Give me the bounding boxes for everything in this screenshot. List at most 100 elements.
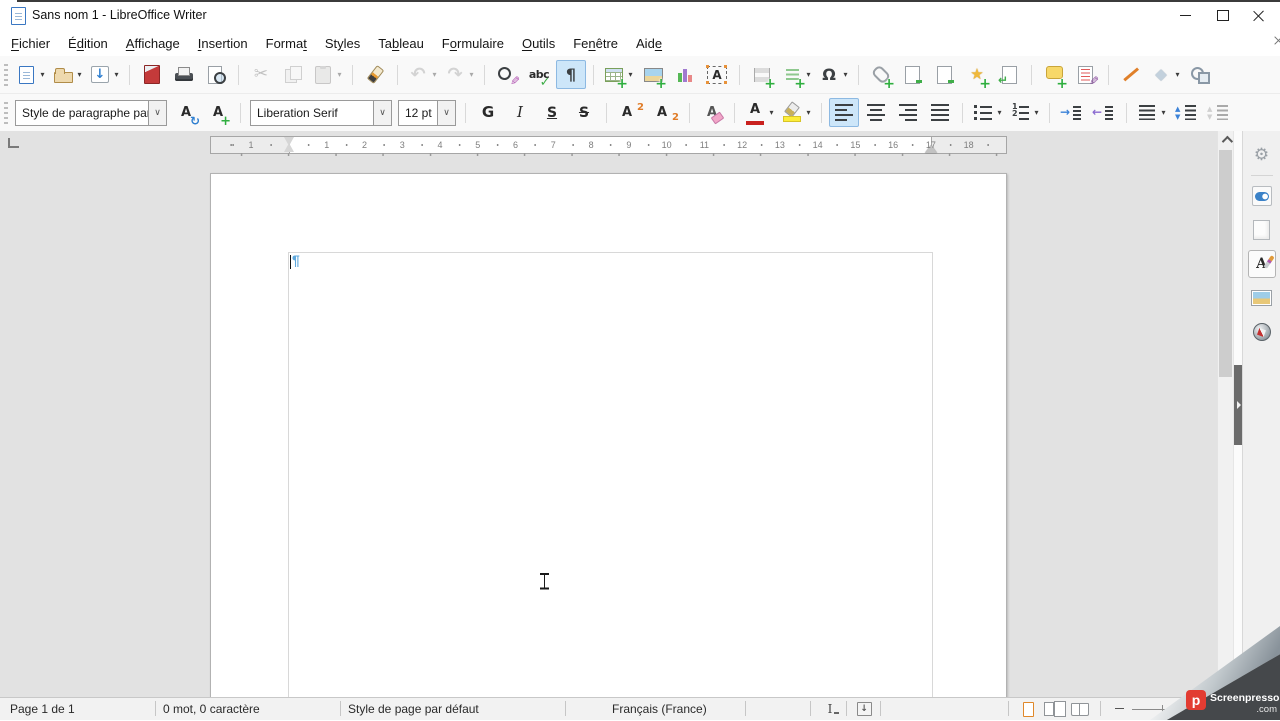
paragraph-spacing-decrease-button[interactable] (1203, 98, 1233, 127)
close-button[interactable] (1242, 3, 1276, 28)
save-button[interactable]: ▾ (87, 60, 122, 89)
dropdown-arrow-icon[interactable]: ▾ (1159, 108, 1168, 117)
insert-footnote-button[interactable]: 1 (898, 60, 928, 89)
align-left-button[interactable] (829, 98, 859, 127)
dropdown-arrow-icon[interactable]: ▾ (1032, 108, 1041, 117)
menu-formulaire[interactable]: Formulaire (433, 33, 513, 54)
ordered-list-button[interactable]: ▾ (1007, 98, 1042, 127)
sidebar-settings-button[interactable]: ⚙ (1248, 141, 1276, 169)
insert-image-button[interactable] (638, 60, 668, 89)
tab-stop-selector-icon[interactable] (8, 138, 19, 148)
copy-button[interactable] (278, 60, 308, 89)
align-justify-button[interactable] (925, 98, 955, 127)
insert-table-button[interactable]: ▾ (601, 60, 636, 89)
increase-indent-button[interactable] (1057, 98, 1087, 127)
insert-special-character-button[interactable]: Ω▾ (816, 60, 851, 89)
new-document-button[interactable]: ▾ (13, 60, 48, 89)
menu-outils[interactable]: Outils (513, 33, 564, 54)
scrollbar-thumb[interactable] (1219, 150, 1232, 377)
show-draw-functions-button[interactable] (1185, 60, 1215, 89)
strikethrough-button[interactable]: S (569, 98, 599, 127)
navigator-deck-button[interactable] (1248, 318, 1276, 346)
dropdown-arrow-icon[interactable]: ▾ (767, 108, 776, 117)
page-count-field[interactable]: Page 1 de 1 (10, 702, 75, 716)
vertical-scrollbar[interactable] (1217, 131, 1233, 698)
toolbar-grip[interactable] (4, 102, 8, 124)
update-style-button[interactable]: A (171, 98, 201, 127)
print-button[interactable] (169, 60, 199, 89)
cut-button[interactable]: ✂ (246, 60, 276, 89)
dropdown-arrow-icon[interactable]: ∨ (148, 101, 166, 125)
font-color-button[interactable]: A▾ (742, 98, 777, 127)
scroll-up-arrow-icon[interactable] (1218, 131, 1233, 148)
menu-styles[interactable]: Styles (316, 33, 369, 54)
align-center-button[interactable] (861, 98, 891, 127)
document-page[interactable]: ¶ (210, 173, 1007, 698)
clear-formatting-button[interactable]: A (697, 98, 727, 127)
dropdown-arrow-icon[interactable]: ▾ (995, 108, 1004, 117)
insert-endnote-button[interactable]: i (930, 60, 960, 89)
minimize-button[interactable] (1168, 3, 1202, 28)
unordered-list-button[interactable]: ▾ (970, 98, 1005, 127)
insert-mode-indicator[interactable]: I (818, 699, 842, 719)
insert-hyperlink-button[interactable] (866, 60, 896, 89)
dropdown-arrow-icon[interactable]: ∨ (437, 101, 455, 125)
menu-fenetre[interactable]: Fenêtre (564, 33, 627, 54)
insert-line-button[interactable] (1116, 60, 1146, 89)
superscript-button[interactable]: A (614, 98, 647, 127)
dropdown-arrow-icon[interactable]: ▾ (1173, 70, 1182, 79)
italic-button[interactable]: I (505, 98, 535, 127)
new-style-button[interactable]: A (203, 98, 233, 127)
paste-button[interactable]: ▾ (310, 60, 345, 89)
page-deck-button[interactable] (1248, 216, 1276, 244)
undo-button[interactable]: ↶▾ (405, 60, 440, 89)
underline-button[interactable]: S (537, 98, 567, 127)
basic-shapes-button[interactable]: ◆▾ (1148, 60, 1183, 89)
toolbar-grip[interactable] (4, 64, 8, 86)
dropdown-arrow-icon[interactable]: ▾ (38, 70, 47, 79)
highlight-color-button[interactable]: ▾ (779, 98, 814, 127)
formatting-marks-button[interactable]: ¶ (556, 60, 586, 89)
menu-affichage[interactable]: Affichage (117, 33, 189, 54)
dropdown-arrow-icon[interactable]: ▾ (112, 70, 121, 79)
zoom-out-button[interactable] (1112, 701, 1126, 716)
redo-button[interactable]: ↷▾ (442, 60, 477, 89)
view-single-page-button[interactable] (1016, 699, 1040, 719)
open-button[interactable]: ▾ (50, 60, 85, 89)
properties-deck-button[interactable] (1248, 182, 1276, 210)
dropdown-arrow-icon[interactable]: ▾ (75, 70, 84, 79)
clone-formatting-button[interactable] (360, 60, 390, 89)
menu-edition[interactable]: Édition (59, 33, 117, 54)
font-name-combobox[interactable]: Liberation Serif∨ (250, 100, 392, 126)
paragraph-spacing-increase-button[interactable] (1171, 98, 1201, 127)
paragraph-style-combobox[interactable]: Style de paragraphe par∨ (15, 100, 167, 126)
view-book-button[interactable] (1068, 699, 1092, 719)
insert-bookmark-button[interactable]: ★ (962, 60, 992, 89)
bold-button[interactable]: G (473, 98, 503, 127)
view-multiple-pages-button[interactable] (1040, 699, 1068, 719)
dropdown-arrow-icon[interactable]: ▾ (804, 108, 813, 117)
gallery-deck-button[interactable] (1248, 284, 1276, 312)
document-workspace[interactable]: 1123456789101112131415161718 ¶ (0, 131, 1244, 698)
insert-cross-reference-button[interactable] (994, 60, 1024, 89)
dropdown-arrow-icon[interactable]: ▾ (841, 70, 850, 79)
menu-aide[interactable]: Aide (627, 33, 671, 54)
insert-text-box-button[interactable]: A (702, 60, 732, 89)
menu-format[interactable]: Format (257, 33, 316, 54)
export-pdf-button[interactable] (137, 60, 167, 89)
spelling-button[interactable]: abc (524, 60, 554, 89)
dropdown-arrow-icon[interactable]: ▾ (430, 70, 439, 79)
menu-insertion[interactable]: Insertion (189, 33, 257, 54)
dropdown-arrow-icon[interactable]: ▾ (335, 70, 344, 79)
insert-chart-button[interactable] (670, 60, 700, 89)
print-preview-button[interactable] (201, 60, 231, 89)
horizontal-ruler[interactable]: 1123456789101112131415161718 (210, 136, 1007, 154)
font-size-combobox[interactable]: 12 pt∨ (398, 100, 456, 126)
save-status-indicator[interactable] (852, 699, 876, 719)
find-replace-button[interactable] (492, 60, 522, 89)
decrease-indent-button[interactable] (1089, 98, 1119, 127)
insert-page-break-button[interactable] (747, 60, 777, 89)
menu-fichier[interactable]: Fichier (2, 33, 59, 54)
insert-comment-button[interactable] (1039, 60, 1069, 89)
page-style-field[interactable]: Style de page par défaut (348, 702, 479, 716)
